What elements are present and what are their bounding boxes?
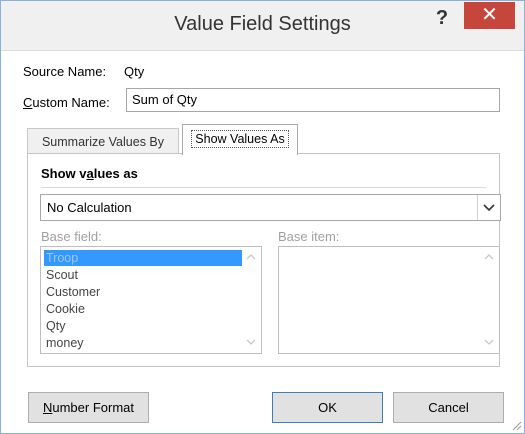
cancel-button[interactable]: Cancel (393, 392, 504, 423)
divider (41, 187, 486, 188)
number-format-button[interactable]: Number Format (28, 392, 149, 423)
list-item[interactable]: Troop (44, 250, 242, 266)
scroll-down-icon[interactable] (243, 337, 259, 349)
base-item-label: Base item: (278, 229, 340, 244)
source-name-label: Source Name: (23, 64, 107, 79)
help-icon[interactable]: ? (430, 7, 454, 30)
dropdown-selected-value: No Calculation (47, 200, 132, 215)
list-item[interactable]: Cookie (44, 301, 242, 317)
base-field-listbox[interactable]: Troop Scout Customer Cookie Qty money (40, 246, 262, 354)
list-item[interactable]: Customer (44, 284, 242, 300)
scroll-up-icon[interactable] (243, 251, 259, 263)
custom-name-input[interactable]: Sum of Qty (126, 88, 500, 112)
chevron-down-icon[interactable] (477, 195, 500, 220)
show-values-as-dropdown[interactable]: No Calculation (40, 194, 501, 221)
source-name-value: Qty (124, 64, 145, 79)
list-item[interactable]: Qty (44, 318, 242, 334)
ok-button[interactable]: OK (272, 392, 383, 423)
resize-grip-icon[interactable] (512, 421, 522, 431)
base-item-listbox[interactable] (278, 246, 500, 354)
title-bar[interactable]: Value Field Settings ? ✕ (1, 1, 524, 51)
tab-summarize-values-by[interactable]: Summarize Values By (27, 128, 179, 154)
scroll-down-icon[interactable] (481, 337, 497, 349)
close-button[interactable]: ✕ (464, 2, 515, 29)
show-values-as-heading: Show values as (41, 166, 138, 181)
value-field-settings-dialog: Value Field Settings ? ✕ Source Name: Qt… (0, 0, 525, 434)
list-item[interactable]: money (44, 335, 242, 351)
base-field-label: Base field: (41, 229, 102, 244)
tab-show-values-as[interactable]: Show Values As (182, 124, 298, 155)
custom-name-label: Custom Name: (23, 95, 110, 110)
scroll-up-icon[interactable] (481, 251, 497, 263)
list-item[interactable]: Scout (44, 267, 242, 283)
